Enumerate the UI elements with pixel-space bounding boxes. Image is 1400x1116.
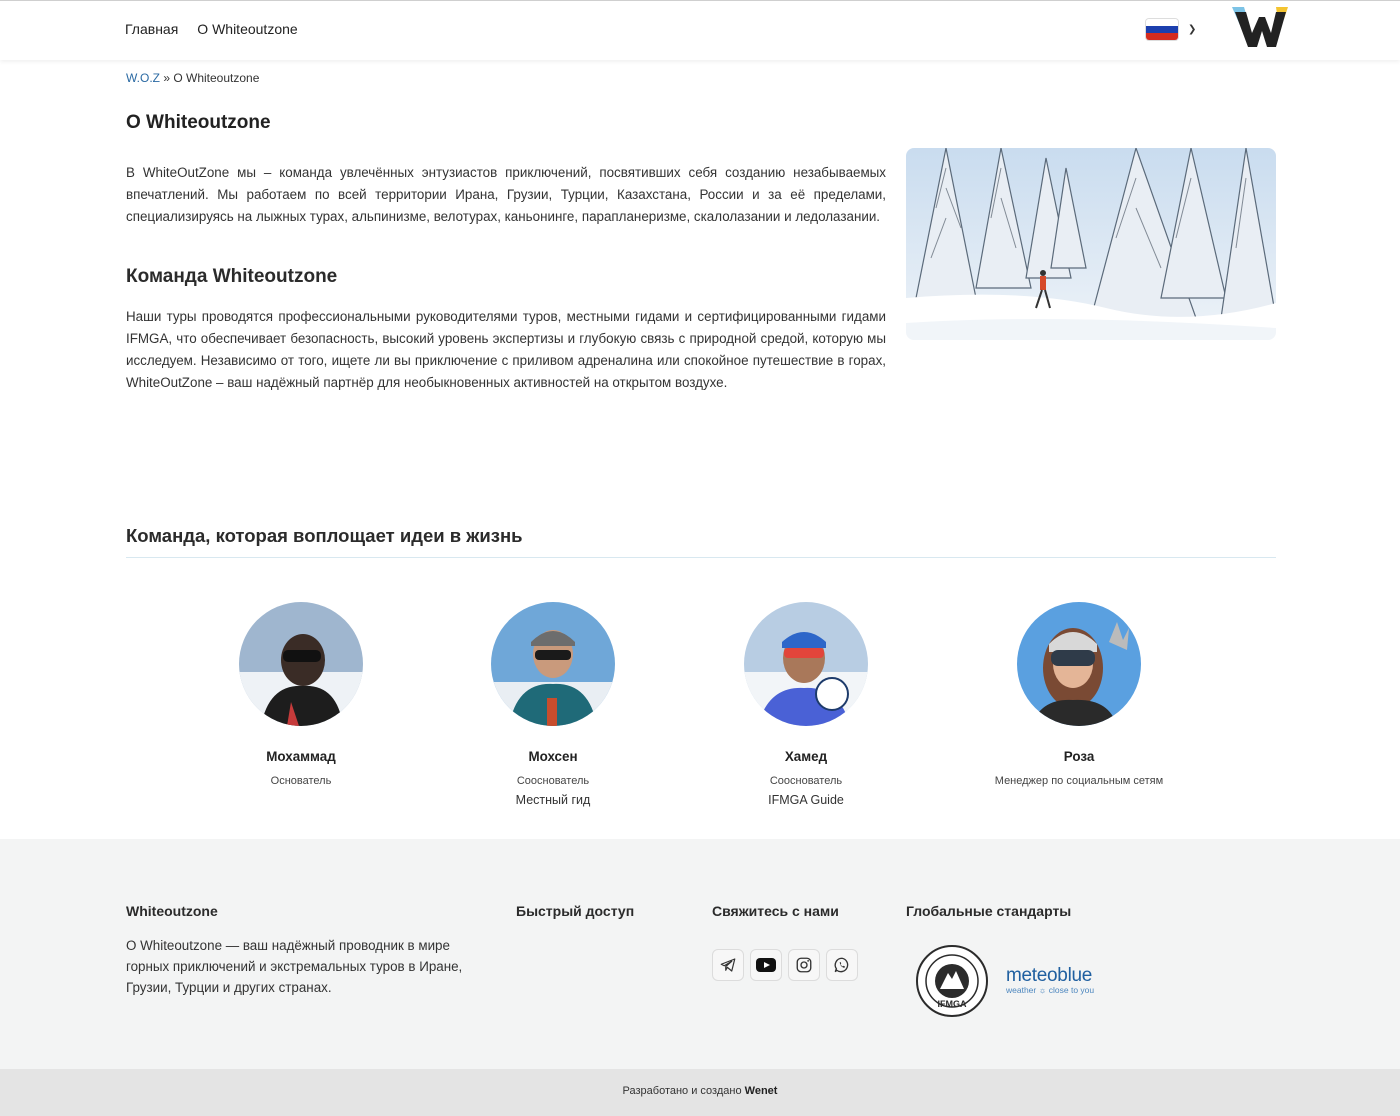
telegram-icon[interactable]	[712, 949, 744, 981]
footer-standards-title: Глобальные стандарты	[906, 903, 1072, 919]
russian-flag-icon	[1146, 19, 1178, 40]
team-divider	[126, 557, 1276, 558]
main-nav: Главная О Whiteoutzone	[125, 21, 298, 37]
whiteoutzone-logo[interactable]	[1232, 7, 1288, 51]
snowy-forest-image	[906, 148, 1276, 340]
team-member-card: Роза Менеджер по социальным сетям	[969, 602, 1189, 787]
team-heading: Команда Whiteoutzone	[126, 266, 338, 287]
footer-about-title: Whiteoutzone	[126, 903, 218, 919]
member-photo-mohsen	[491, 602, 615, 726]
member-role: Менеджер по социальным сетям	[994, 775, 1164, 787]
whatsapp-icon[interactable]	[826, 949, 858, 981]
intro-paragraph: В WhiteOutZone мы – команда увлечённых э…	[126, 165, 886, 224]
member-name: Хамед	[784, 749, 828, 764]
instagram-icon[interactable]	[788, 949, 820, 981]
svg-text:IFMGA: IFMGA	[938, 999, 967, 1009]
meteoblue-title: meteoblue	[1006, 965, 1093, 986]
member-extra: Местный гид	[515, 793, 591, 807]
member-photo-mohammad	[239, 602, 363, 726]
breadcrumb-separator: »	[160, 71, 174, 85]
ifmga-badge-icon: IFMGA	[916, 945, 988, 1017]
page-title: О Whiteoutzone	[126, 112, 271, 133]
team-member-card: Мохсен Сооснователь Местный гид	[443, 602, 663, 807]
meteoblue-tagline: weather ☼ close to you	[1006, 985, 1095, 995]
footer-about-text: О Whiteoutzone — ваш надёжный проводник …	[126, 938, 463, 995]
breadcrumb-current: О Whiteoutzone	[173, 71, 260, 85]
site-footer: Whiteoutzone О Whiteoutzone — ваш надёжн…	[0, 839, 1400, 1069]
member-role: Основатель	[270, 775, 332, 787]
member-role: Сооснователь	[516, 775, 590, 787]
site-header: Главная О Whiteoutzone ❯	[0, 0, 1400, 60]
team-section-title: Команда, которая воплощает идеи в жизнь	[126, 525, 523, 546]
member-role: Сооснователь	[769, 775, 843, 787]
nav-about-link[interactable]: О Whiteoutzone	[197, 21, 297, 37]
member-photo-hamed	[744, 602, 868, 726]
team-member-card: Хамед Сооснователь IFMGA Guide	[696, 602, 916, 807]
member-photo-rosa	[1017, 602, 1141, 726]
member-extra: IFMGA Guide	[768, 793, 844, 807]
social-links	[712, 949, 858, 981]
footer-contact-title: Свяжитесь с нами	[712, 903, 839, 919]
credit-bar: Разработано и создано Wenet	[0, 1069, 1400, 1116]
chevron-down-icon: ❯	[1188, 24, 1197, 35]
credit-brand-link[interactable]: Wenet	[745, 1085, 778, 1097]
member-name: Роза	[1063, 749, 1095, 764]
breadcrumb: W.O.Z » О Whiteoutzone	[126, 71, 259, 85]
credit-text: Разработано и создано Wenet	[622, 1085, 778, 1097]
meteoblue-logo[interactable]: meteoblue weather ☼ close to you	[1006, 965, 1094, 995]
footer-quick-access-title: Быстрый доступ	[516, 903, 635, 919]
member-name: Мохаммад	[266, 749, 336, 764]
member-name: Мохсен	[528, 749, 578, 764]
team-member-card: Мохаммад Основатель	[191, 602, 411, 787]
language-switcher[interactable]: ❯	[1146, 19, 1196, 40]
team-paragraph: Наши туры проводятся профессиональными р…	[126, 309, 886, 390]
breadcrumb-home-link[interactable]: W.O.Z	[126, 71, 160, 85]
nav-home-link[interactable]: Главная	[125, 21, 178, 37]
youtube-icon[interactable]	[750, 949, 782, 981]
